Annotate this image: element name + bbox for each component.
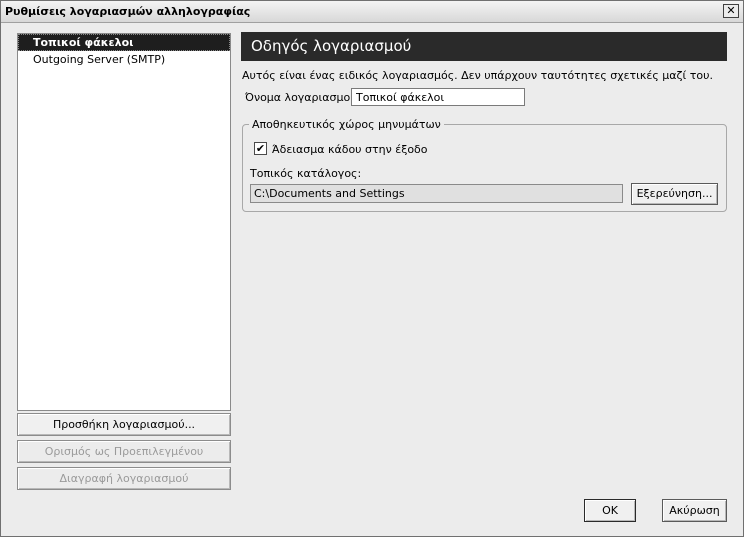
close-icon[interactable]: ✕ — [723, 4, 739, 18]
empty-trash-checkbox[interactable]: ✔ — [254, 142, 267, 155]
account-item-outgoing-server[interactable]: Outgoing Server (SMTP) — [18, 51, 230, 68]
account-list[interactable]: Τοπικοί φάκελοι Outgoing Server (SMTP) — [17, 33, 231, 411]
account-description: Αυτός είναι ένας ειδικός λογαριασμός. Δε… — [242, 69, 713, 82]
ok-button[interactable]: OK — [584, 499, 636, 522]
title-bar[interactable]: Ρυθμίσεις λογαριασμών αλληλογραφίας ✕ — [1, 1, 743, 23]
set-default-button[interactable]: Ορισμός ως Προεπιλεγμένου — [17, 440, 231, 463]
account-settings-window: Ρυθμίσεις λογαριασμών αλληλογραφίας ✕ Το… — [0, 0, 744, 537]
message-storage-legend: Αποθηκευτικός χώρος μηνυμάτων — [249, 118, 444, 131]
add-account-button[interactable]: Προσθήκη λογαριασμού... — [17, 413, 231, 436]
account-name-label: Όνομα λογαριασμού: — [245, 91, 361, 104]
local-directory-label: Τοπικός κατάλογος: — [250, 167, 362, 180]
account-item-local-folders[interactable]: Τοπικοί φάκελοι — [18, 34, 230, 51]
cancel-button[interactable]: Ακύρωση — [662, 499, 727, 522]
window-title: Ρυθμίσεις λογαριασμών αλληλογραφίας — [5, 5, 251, 18]
empty-trash-label[interactable]: Άδειασμα κάδου στην έξοδο — [272, 143, 428, 156]
account-name-field[interactable] — [351, 88, 525, 106]
local-directory-field[interactable] — [250, 184, 623, 203]
panel-banner: Οδηγός λογαριασμού — [241, 32, 727, 61]
browse-button[interactable]: Εξερεύνηση... — [631, 183, 718, 205]
delete-account-button[interactable]: Διαγραφή λογαριασμού — [17, 467, 231, 490]
